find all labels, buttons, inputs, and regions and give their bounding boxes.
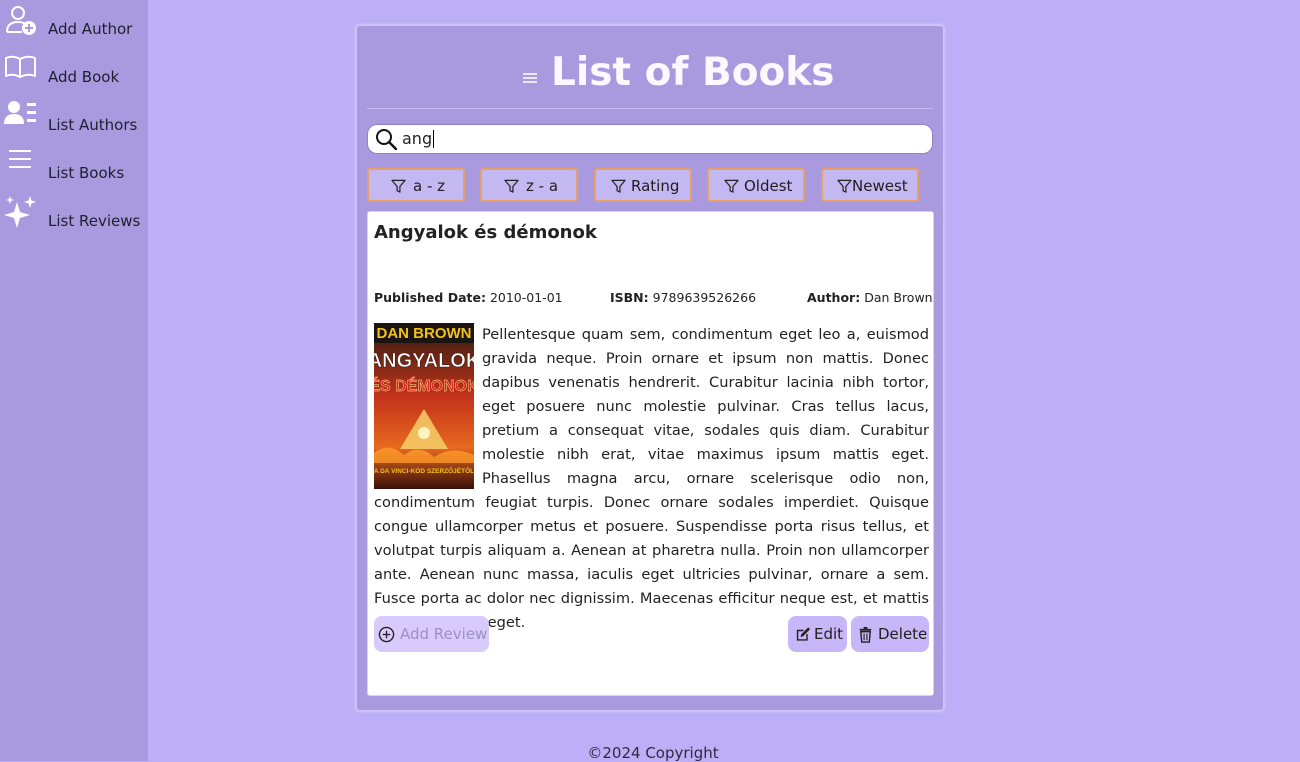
list-icon bbox=[9, 150, 31, 168]
published-date-label: Published Date: bbox=[374, 290, 486, 305]
page-header: List of Books bbox=[357, 40, 945, 95]
filter-button-newest[interactable]: Newest bbox=[821, 168, 919, 202]
sidebar-item-list-reviews[interactable]: List Reviews bbox=[0, 196, 148, 236]
search-input[interactable]: ang bbox=[367, 124, 933, 154]
delete-label: Delete bbox=[878, 625, 928, 643]
filter-icon bbox=[611, 179, 626, 193]
filter-icon bbox=[391, 179, 406, 193]
sidebar-item-label: List Authors bbox=[48, 116, 138, 134]
book-open-icon bbox=[5, 55, 36, 78]
delete-button[interactable]: Delete bbox=[851, 616, 929, 652]
filter-label: Rating bbox=[631, 177, 680, 195]
sidebar-item-list-books[interactable]: List Books bbox=[0, 148, 148, 188]
page-title: List of Books bbox=[551, 50, 835, 95]
sidebar-item-label: List Books bbox=[48, 164, 125, 182]
published-date: Published Date: 2010-01-01 bbox=[374, 290, 563, 305]
footer: ©2024 Copyright bbox=[0, 744, 1300, 762]
edit-button[interactable]: Edit bbox=[788, 616, 847, 652]
edit-icon bbox=[796, 627, 811, 641]
trash-icon bbox=[859, 626, 872, 643]
sidebar-item-list-authors[interactable]: List Authors bbox=[0, 100, 148, 140]
filter-button-rating[interactable]: Rating bbox=[594, 168, 692, 202]
copyright-text: ©2024 Copyright bbox=[587, 744, 719, 762]
published-date-value: 2010-01-01 bbox=[489, 290, 563, 305]
menu-icon[interactable] bbox=[521, 70, 539, 86]
filter-icon bbox=[837, 179, 852, 193]
sidebar: Add Author Add Book List Authors List Bo… bbox=[0, 0, 148, 761]
filter-icon bbox=[504, 179, 519, 193]
isbn-label: ISBN: bbox=[610, 290, 649, 305]
isbn-value: 9789639526266 bbox=[652, 290, 757, 305]
book-list-card: List of Books ang a - z z - a Rating Old… bbox=[356, 25, 944, 711]
author-label: Author: bbox=[807, 290, 861, 305]
book-description: Pellentesque quam sem, condimentum eget … bbox=[374, 323, 929, 635]
sidebar-item-label: Add Author bbox=[48, 20, 133, 38]
sidebar-item-add-author[interactable]: Add Author bbox=[0, 4, 148, 44]
filter-label: a - z bbox=[413, 177, 446, 195]
add-author-icon bbox=[6, 6, 36, 35]
filter-button-a-z[interactable]: a - z bbox=[367, 168, 465, 202]
book-title: Angyalok és démonok bbox=[374, 222, 597, 243]
cover-spacer bbox=[374, 323, 474, 489]
sidebar-item-label: List Reviews bbox=[48, 212, 141, 230]
plus-circle-icon bbox=[378, 626, 395, 643]
search-value[interactable]: ang bbox=[402, 130, 435, 148]
filter-label: Oldest bbox=[744, 177, 793, 195]
sidebar-item-label: Add Book bbox=[48, 68, 120, 86]
divider bbox=[367, 108, 933, 109]
isbn: ISBN: 9789639526266 bbox=[610, 290, 756, 305]
search-icon bbox=[376, 129, 397, 150]
book-card: Angyalok és démonok Published Date: 2010… bbox=[367, 211, 934, 696]
sidebar-item-add-book[interactable]: Add Book bbox=[0, 52, 148, 92]
sparkles-icon bbox=[4, 196, 36, 228]
list-authors-icon bbox=[4, 101, 36, 124]
filter-button-oldest[interactable]: Oldest bbox=[707, 168, 805, 202]
author: Author: Dan Brown bbox=[807, 290, 933, 305]
author-value: Dan Brown bbox=[864, 290, 933, 305]
filter-icon bbox=[724, 179, 739, 193]
filter-label: z - a bbox=[526, 177, 559, 195]
filter-button-z-a[interactable]: z - a bbox=[480, 168, 578, 202]
edit-label: Edit bbox=[814, 625, 844, 643]
add-review-label: Add Review bbox=[400, 625, 488, 643]
filter-label: Newest bbox=[852, 177, 908, 195]
add-review-button[interactable]: Add Review bbox=[374, 616, 489, 652]
